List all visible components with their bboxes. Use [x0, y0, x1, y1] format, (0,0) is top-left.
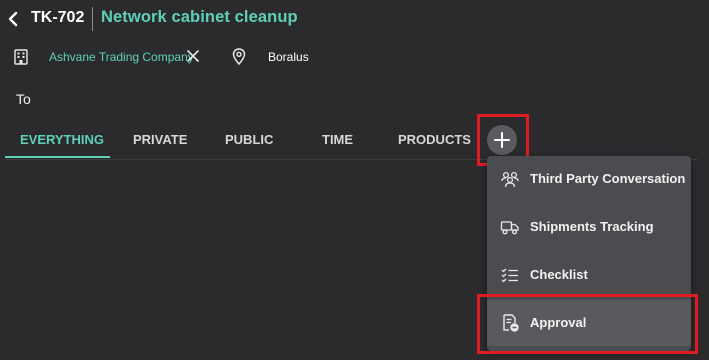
tab-everything[interactable]: EVERYTHING	[20, 132, 104, 147]
tab-time[interactable]: TIME	[322, 132, 353, 147]
menu-item-third-party-conversation[interactable]: Third Party Conversation	[487, 156, 691, 202]
tab-bar: EVERYTHING PRIVATE PUBLIC TIME PRODUCTS	[0, 126, 709, 158]
tab-private[interactable]: PRIVATE	[133, 132, 187, 147]
chevron-left-icon[interactable]	[5, 10, 21, 28]
ticket-view: TK-702 Network cabinet cleanup Ashvane T…	[0, 0, 709, 360]
building-icon	[14, 49, 28, 65]
people-group-icon	[500, 169, 520, 189]
company-link[interactable]: Ashvane Trading Company	[49, 50, 194, 64]
header-divider	[92, 7, 93, 31]
menu-item-label: Third Party Conversation	[530, 171, 686, 186]
location-pin-icon	[232, 48, 246, 66]
close-icon[interactable]	[186, 49, 200, 63]
tab-public[interactable]: PUBLIC	[225, 132, 273, 147]
location-text: Boralus	[268, 50, 309, 64]
checklist-icon	[500, 265, 520, 285]
truck-icon	[500, 217, 520, 237]
ticket-id: TK-702	[31, 9, 85, 26]
ticket-header: TK-702 Network cabinet cleanup	[0, 0, 709, 38]
menu-item-shipments-tracking[interactable]: Shipments Tracking	[487, 204, 691, 250]
menu-item-checklist[interactable]: Checklist	[487, 252, 691, 298]
menu-item-label: Shipments Tracking	[530, 219, 654, 234]
active-tab-indicator	[5, 156, 110, 158]
menu-item-label: Checklist	[530, 267, 588, 282]
tab-products[interactable]: PRODUCTS	[398, 132, 471, 147]
to-field-label[interactable]: To	[16, 91, 31, 107]
ticket-title[interactable]: Network cabinet cleanup	[101, 8, 298, 27]
highlight-box-approval	[477, 294, 698, 354]
ticket-info-row: Ashvane Trading Company Boralus	[0, 44, 709, 70]
